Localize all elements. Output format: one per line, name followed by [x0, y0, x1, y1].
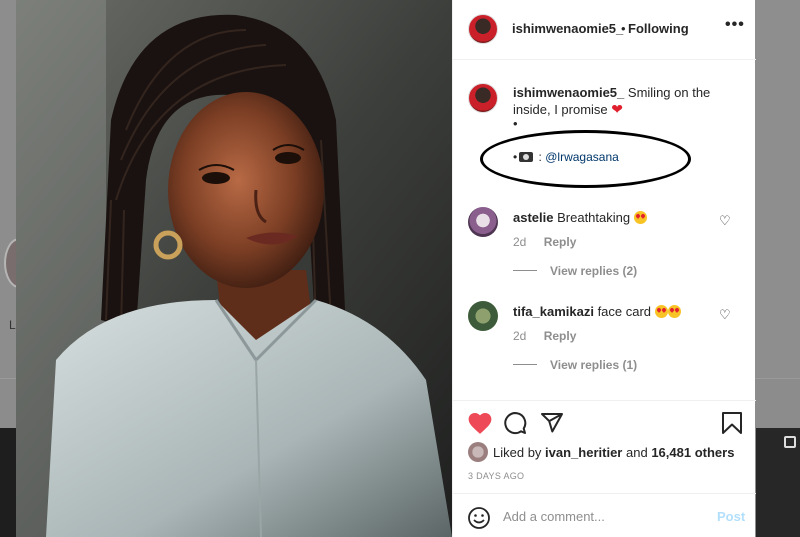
comment-text: astelie Breathtaking: [513, 210, 647, 225]
post-actions: Liked by ivan_heritier and 16,481 others…: [453, 400, 756, 504]
post-timestamp[interactable]: 3 DAYS AGO: [468, 471, 524, 481]
commenter-username[interactable]: astelie: [513, 210, 553, 225]
comment-body: Breathtaking: [557, 210, 631, 225]
comments-section[interactable]: ishimwenaomie5_ Smiling on the inside, I…: [453, 61, 756, 399]
post-comment-button[interactable]: Post: [717, 509, 745, 524]
comment-text: tifa_kamikazi face card: [513, 304, 681, 319]
add-comment-bar: Post: [453, 493, 756, 537]
liked-by-username[interactable]: ivan_heritier: [545, 445, 622, 460]
post-header: ishimwenaomie5_ • Following •••: [453, 0, 756, 60]
more-horizontal-icon[interactable]: •••: [725, 16, 745, 34]
view-replies-button[interactable]: View replies (2): [513, 264, 637, 278]
author-username[interactable]: ishimwenaomie5_: [512, 21, 623, 36]
author-avatar[interactable]: [468, 14, 498, 44]
liker-avatar[interactable]: [468, 442, 488, 462]
comment-like-heart-icon[interactable]: ♡: [719, 213, 731, 229]
bookmark-icon[interactable]: [721, 411, 743, 435]
view-replies-label[interactable]: View replies (2): [550, 264, 637, 278]
caption: ishimwenaomie5_ Smiling on the inside, I…: [513, 85, 743, 118]
following-button[interactable]: Following: [628, 21, 689, 36]
post-detail-panel: ishimwenaomie5_ • Following ••• ishimwen…: [452, 0, 756, 537]
comment-meta: 2d Reply: [513, 235, 576, 249]
heart-icon[interactable]: [467, 411, 493, 435]
comment-time[interactable]: 2d: [513, 329, 526, 343]
comment-input[interactable]: [503, 504, 703, 528]
comment-icon[interactable]: [503, 411, 527, 435]
emoji-smile-icon[interactable]: [467, 506, 491, 530]
reply-button[interactable]: Reply: [544, 235, 577, 249]
red-heart-emoji-icon: ❤: [611, 101, 624, 117]
annotation-circle: [480, 130, 691, 188]
background-text: L: [9, 318, 16, 332]
reply-button[interactable]: Reply: [544, 329, 577, 343]
comment-meta: 2d Reply: [513, 329, 576, 343]
likes-summary: Liked by ivan_heritier and 16,481 others: [468, 442, 734, 462]
heart-eyes-emoji-icon: [667, 305, 681, 318]
caption-author-avatar[interactable]: [468, 83, 498, 113]
liked-by-prefix: Liked by: [493, 445, 542, 460]
caption-username[interactable]: ishimwenaomie5_: [513, 85, 624, 100]
comment-body: face card: [597, 304, 652, 319]
likes-count-link[interactable]: 16,481 others: [651, 445, 734, 460]
commenter-avatar[interactable]: [468, 301, 498, 331]
post-image[interactable]: [16, 0, 452, 537]
comment-like-heart-icon[interactable]: ♡: [719, 307, 731, 323]
commenter-avatar[interactable]: [468, 207, 498, 237]
view-replies-button[interactable]: View replies (1): [513, 358, 637, 372]
view-replies-label[interactable]: View replies (1): [550, 358, 637, 372]
heart-eyes-emoji-icon: [654, 305, 668, 318]
header-separator: •: [621, 21, 626, 36]
background-gallery-icon: [784, 436, 796, 448]
caption-bullet: •: [513, 116, 518, 131]
comment-time[interactable]: 2d: [513, 235, 526, 249]
heart-eyes-emoji-icon: [633, 211, 647, 224]
share-icon[interactable]: [540, 411, 564, 435]
background-thumbnail-left: [0, 428, 16, 537]
commenter-username[interactable]: tifa_kamikazi: [513, 304, 594, 319]
liked-by-and: and: [626, 445, 648, 460]
